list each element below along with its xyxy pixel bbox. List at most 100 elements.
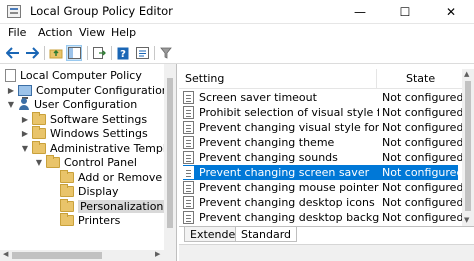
menu-bar: File Action View Help <box>0 24 474 42</box>
setting-state: Not configured <box>382 91 464 104</box>
setting-name: Prevent changing visual style for windo.… <box>199 121 379 134</box>
scrollbar-thumb[interactable] <box>167 78 173 228</box>
column-header-state[interactable]: State <box>406 72 435 85</box>
svg-text:?: ? <box>120 49 126 60</box>
setting-name: Prevent changing screen saver <box>199 166 370 179</box>
scroll-down-arrow-icon[interactable]: ▼ <box>464 216 469 224</box>
tree-vertical-scrollbar[interactable] <box>164 64 176 250</box>
policy-setting-icon <box>183 151 194 164</box>
policy-setting-icon <box>183 181 194 194</box>
setting-state: Not configured <box>382 151 464 164</box>
minimize-button[interactable]: — <box>337 0 383 24</box>
list-item[interactable]: Screen saver timeout Not configured <box>183 90 463 105</box>
menu-action[interactable]: Action <box>38 26 72 39</box>
policy-doc-icon <box>5 68 16 82</box>
tree-item-label: Control Panel <box>64 155 137 169</box>
scrollbar-thumb[interactable] <box>12 252 102 259</box>
tree-item-label: Printers <box>78 213 121 227</box>
tree-item-add-or-remove-programs[interactable]: Add or Remove Pro <box>60 169 176 184</box>
group-policy-app-icon <box>7 5 21 18</box>
scrollbar-thumb[interactable] <box>465 81 471 211</box>
folder-icon <box>60 183 74 197</box>
policy-setting-icon <box>183 121 194 134</box>
status-bar <box>179 244 474 261</box>
show-hide-tree-icon[interactable] <box>66 45 82 61</box>
scroll-right-arrow-icon[interactable]: ▶ <box>155 250 160 258</box>
setting-name: Screen saver timeout <box>199 91 317 104</box>
chevron-down-icon[interactable]: ▼ <box>21 144 29 153</box>
folder-icon <box>46 154 60 168</box>
export-list-icon[interactable] <box>91 45 107 61</box>
help-icon[interactable]: ? <box>115 45 131 61</box>
up-folder-icon[interactable] <box>48 45 64 61</box>
tree-item-software-settings[interactable]: ▶ Software Settings <box>21 111 148 126</box>
setting-name: Prevent changing sounds <box>199 151 338 164</box>
setting-name: Prevent changing theme <box>199 136 335 149</box>
tree-item-computer-configuration[interactable]: ▶ Computer Configuration <box>7 83 169 99</box>
toolbar-separator <box>111 46 112 60</box>
folder-icon <box>32 125 46 139</box>
toolbar-separator <box>44 46 45 60</box>
setting-state: Not configured <box>382 121 464 134</box>
scroll-up-arrow-icon[interactable]: ▲ <box>464 70 469 78</box>
title-bar: Local Group Policy Editor — ☐ ✕ <box>0 0 474 24</box>
menu-file[interactable]: File <box>8 26 26 39</box>
tab-standard[interactable]: Standard <box>235 227 298 242</box>
policy-setting-icon <box>183 196 194 209</box>
chevron-down-icon[interactable]: ▼ <box>7 100 15 109</box>
list-item[interactable]: Prevent changing sounds Not configured <box>183 150 463 165</box>
menu-view[interactable]: View <box>79 26 105 39</box>
filter-icon[interactable] <box>158 45 174 61</box>
list-item[interactable]: Prevent changing visual style for windo.… <box>183 120 463 135</box>
column-header-setting[interactable]: Setting <box>185 72 224 85</box>
tree-item-control-panel[interactable]: ▼ Control Panel <box>35 154 137 169</box>
list-item[interactable]: Prevent changing mouse pointers Not conf… <box>183 180 463 195</box>
forward-arrow-icon[interactable] <box>24 45 40 61</box>
setting-name: Prevent changing desktop background <box>199 211 379 224</box>
setting-state: Not configured <box>382 106 464 119</box>
setting-state: Not configured <box>382 166 464 179</box>
settings-vertical-scrollbar[interactable]: ▲ ▼ <box>462 69 474 226</box>
window-title: Local Group Policy Editor <box>30 4 173 18</box>
setting-name: Prohibit selection of visual style font … <box>199 106 379 119</box>
menu-help[interactable]: Help <box>111 26 136 39</box>
close-button[interactable]: ✕ <box>428 0 474 24</box>
list-item[interactable]: Prevent changing theme Not configured <box>183 135 463 150</box>
computer-icon <box>18 84 32 99</box>
chevron-down-icon[interactable]: ▼ <box>35 158 43 167</box>
scroll-left-arrow-icon[interactable]: ◀ <box>3 250 8 258</box>
tree-item-label: Personalization <box>78 199 166 213</box>
tree-horizontal-scrollbar[interactable]: ◀ ▶ <box>0 250 176 261</box>
setting-state: Not configured <box>382 136 464 149</box>
policy-setting-icon <box>183 211 194 224</box>
tree-item-label: User Configuration <box>34 97 138 111</box>
chevron-right-icon[interactable]: ▶ <box>7 86 15 95</box>
column-divider[interactable] <box>376 69 377 89</box>
properties-icon[interactable] <box>134 45 150 61</box>
chevron-right-icon[interactable]: ▶ <box>21 129 29 138</box>
tree-item-user-configuration[interactable]: ▼ User Configuration <box>7 97 137 111</box>
settings-pane: Setting State Screen saver timeout Not c… <box>179 64 474 261</box>
chevron-right-icon[interactable]: ▶ <box>21 115 29 124</box>
tree-item-personalization[interactable]: Personalization <box>60 198 166 213</box>
tree-item-printers[interactable]: Printers <box>60 212 121 227</box>
folder-icon <box>60 169 74 183</box>
list-item[interactable]: Prohibit selection of visual style font … <box>183 105 463 120</box>
list-item[interactable]: Prevent changing desktop icons Not confi… <box>183 195 463 210</box>
tree-item-display[interactable]: Display <box>60 183 119 198</box>
toolbar-separator <box>87 46 88 60</box>
tree-item-local-computer-policy[interactable]: Local Computer Policy <box>5 68 142 82</box>
folder-icon <box>32 140 46 154</box>
policy-setting-icon <box>183 91 194 104</box>
list-item-selected[interactable]: Prevent changing screen saver Not config… <box>183 165 463 180</box>
tree-item-administrative-templates[interactable]: ▼ Administrative Templates <box>21 140 176 155</box>
user-icon <box>18 98 30 110</box>
maximize-button[interactable]: ☐ <box>382 0 428 24</box>
tree-item-windows-settings[interactable]: ▶ Windows Settings <box>21 125 148 140</box>
view-tabs: Extended Standard <box>179 226 474 242</box>
policy-setting-icon <box>183 106 194 119</box>
tree-item-label: Software Settings <box>50 112 148 126</box>
list-item[interactable]: Prevent changing desktop background Not … <box>183 210 463 225</box>
back-arrow-icon[interactable] <box>5 45 21 61</box>
toolbar-separator <box>154 46 155 60</box>
